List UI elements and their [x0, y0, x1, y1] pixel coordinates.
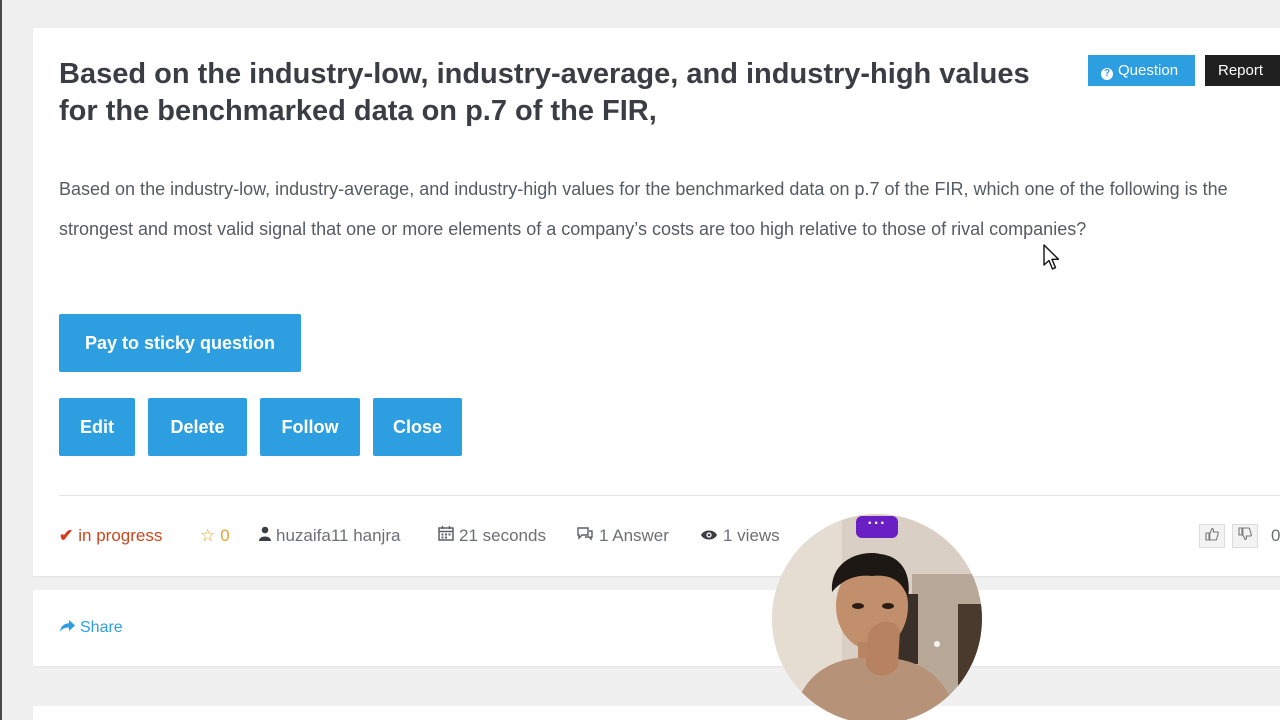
- thumbs-down-button[interactable]: [1232, 524, 1258, 548]
- calendar-icon: [438, 524, 454, 548]
- vote-count: 0: [1271, 526, 1280, 545]
- favorite-stars[interactable]: ☆ 0: [200, 524, 230, 548]
- delete-button[interactable]: Delete: [148, 398, 247, 456]
- webcam-person-image: [772, 514, 982, 720]
- follow-button[interactable]: Follow: [260, 398, 360, 456]
- thumbs-up-button[interactable]: [1199, 524, 1225, 548]
- status-badge: ✔ in progress: [59, 524, 162, 548]
- question-title: Based on the industry-low, industry-aver…: [59, 58, 1030, 127]
- next-card: [33, 706, 1280, 720]
- star-icon: ☆: [200, 526, 216, 545]
- question-circle-icon: ?: [1101, 68, 1113, 80]
- views-label: 1 views: [723, 526, 780, 545]
- eye-icon: [700, 524, 718, 548]
- question-badge-label: Question: [1118, 62, 1179, 79]
- report-button[interactable]: Report: [1205, 55, 1280, 86]
- mouse-cursor-icon: [1043, 244, 1061, 277]
- user-icon: [259, 524, 271, 548]
- views-count: 1 views: [700, 524, 780, 548]
- stars-count: 0: [220, 526, 230, 545]
- share-icon: [59, 618, 76, 640]
- webcam-menu-button[interactable]: ···: [856, 516, 898, 538]
- edit-button[interactable]: Edit: [59, 398, 135, 456]
- share-link[interactable]: Share: [59, 617, 123, 640]
- question-body: Based on the industry-low, industry-aver…: [59, 179, 1228, 239]
- answers-link[interactable]: 1 Answer: [576, 524, 669, 548]
- share-label: Share: [80, 619, 123, 636]
- status-label: in progress: [78, 526, 163, 545]
- window-left-edge: [0, 0, 2, 720]
- close-button[interactable]: Close: [373, 398, 462, 456]
- webcam-overlay: [772, 514, 982, 720]
- author-link[interactable]: huzaifa11 hanjra: [259, 524, 400, 548]
- answers-label: 1 Answer: [599, 526, 669, 545]
- comments-icon: [576, 524, 594, 548]
- question-badge[interactable]: ? Question: [1088, 55, 1195, 86]
- thumbs-up-icon: [1205, 527, 1219, 544]
- posted-time: 21 seconds: [438, 524, 546, 548]
- meta-divider: [59, 495, 1280, 496]
- check-icon: ✔: [59, 526, 74, 545]
- pay-to-sticky-button[interactable]: Pay to sticky question: [59, 314, 301, 372]
- thumbs-down-icon: [1238, 527, 1252, 544]
- question-card: Based on the industry-low, industry-aver…: [33, 28, 1280, 576]
- posted-time-label: 21 seconds: [459, 526, 546, 545]
- author-name: huzaifa11 hanjra: [276, 526, 401, 545]
- share-card: Share: [33, 590, 1280, 666]
